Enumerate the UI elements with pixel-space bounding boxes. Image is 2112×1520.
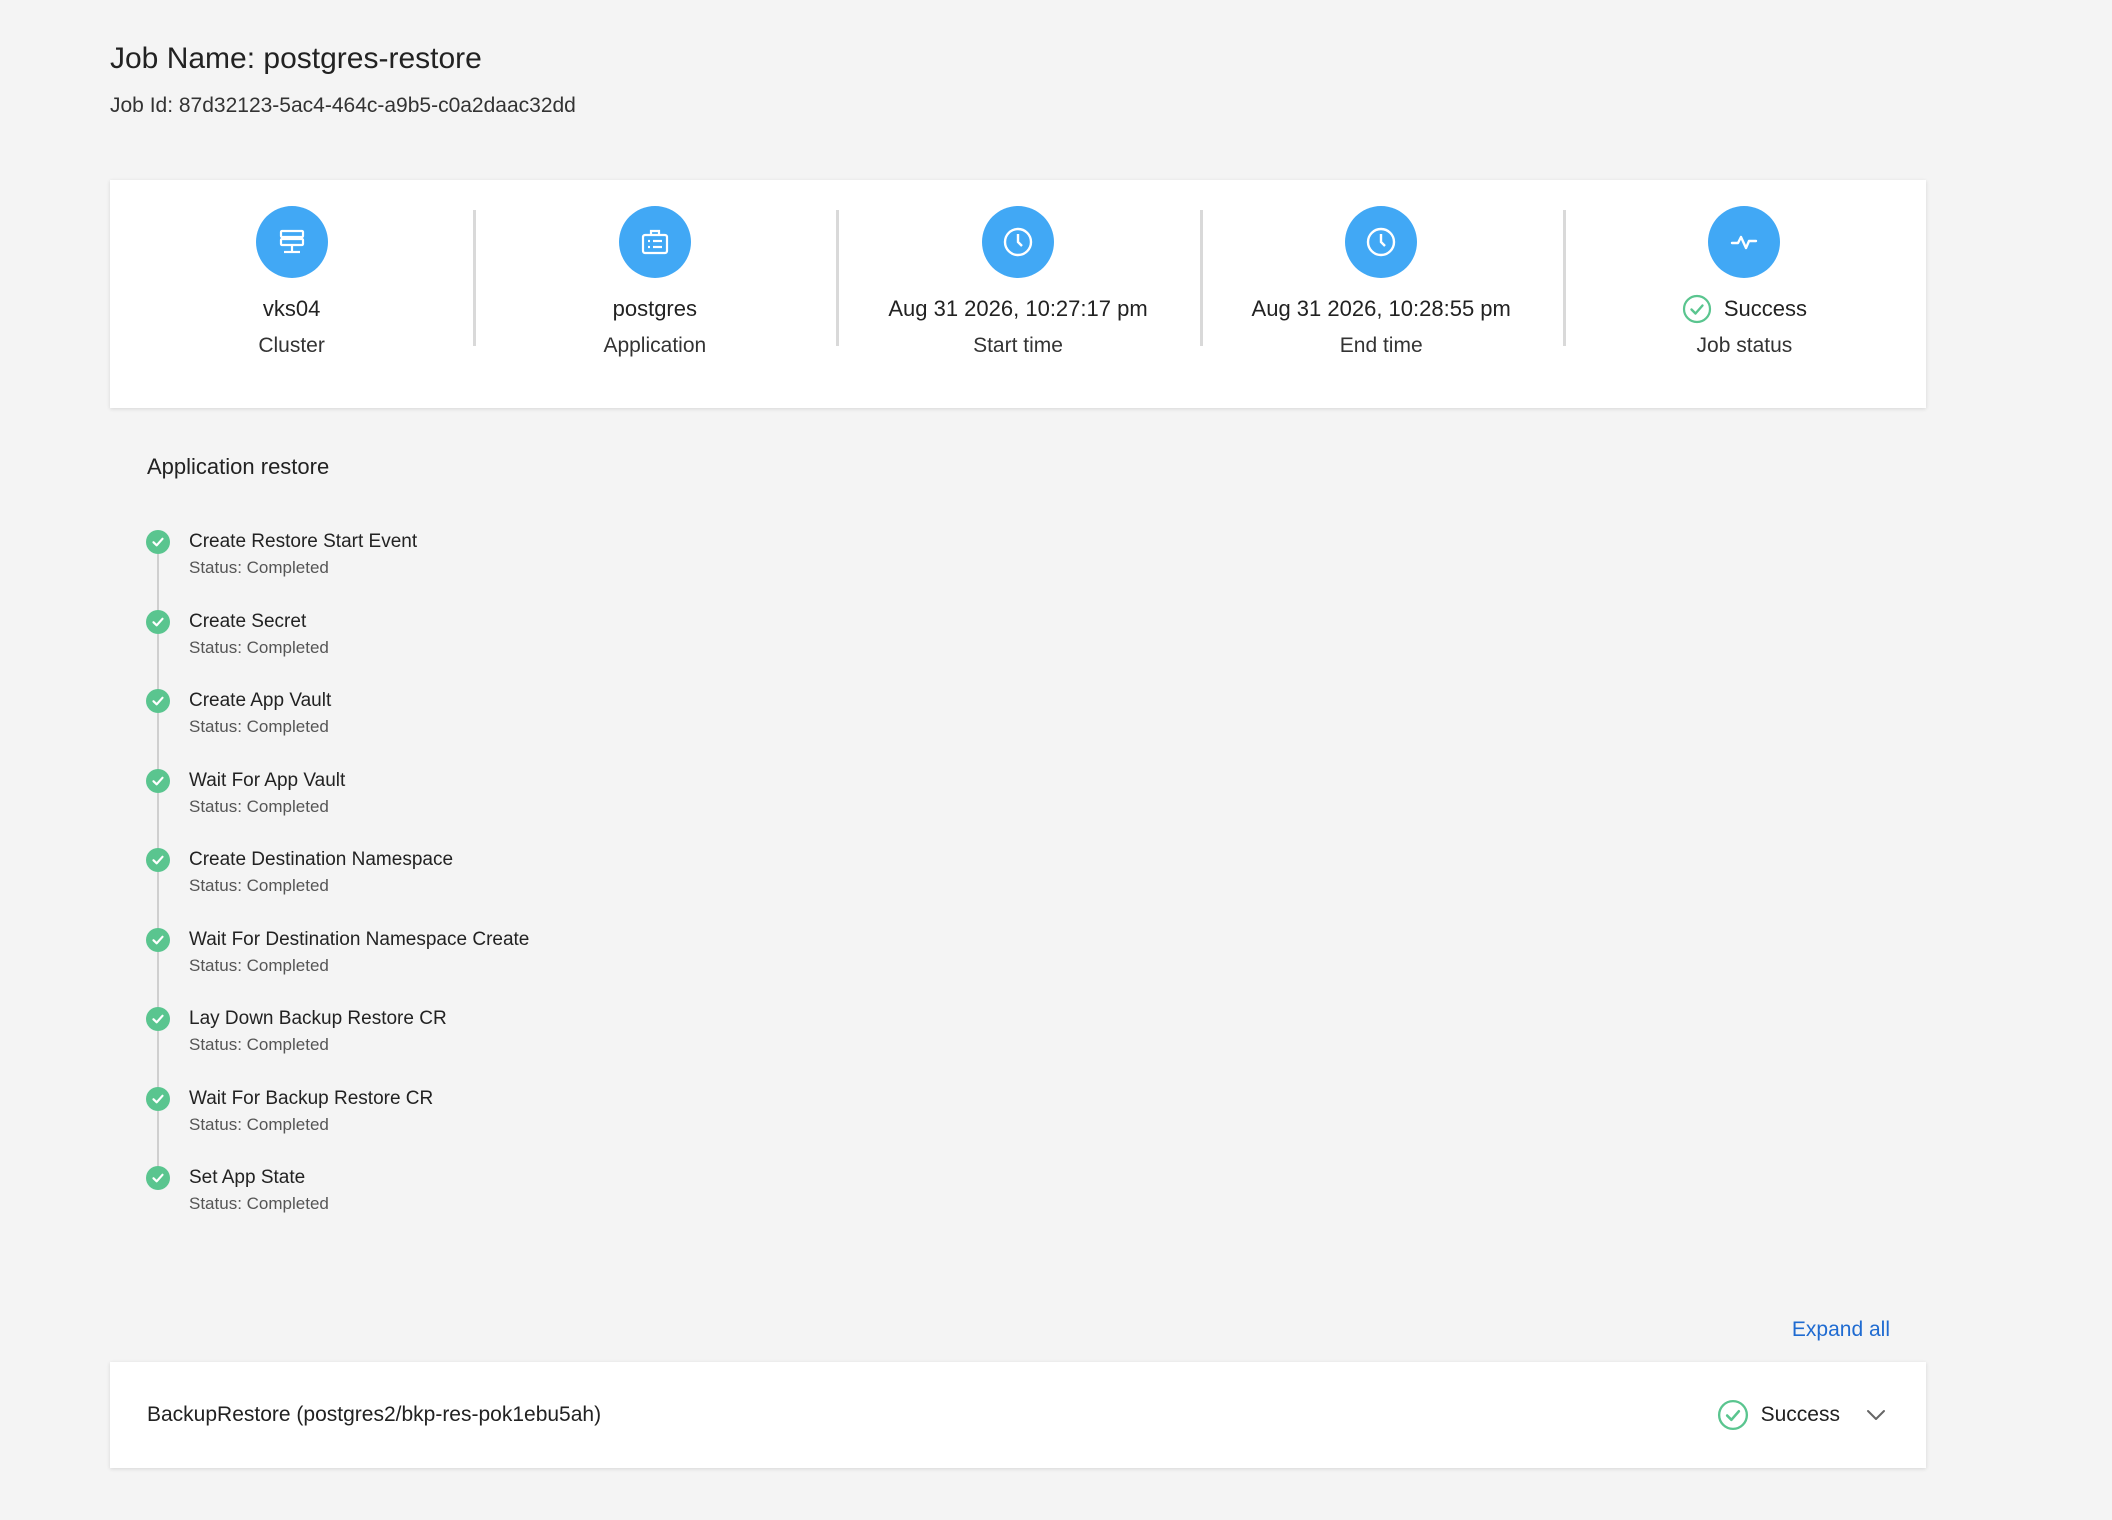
success-check-icon — [1682, 294, 1712, 324]
summary-cluster: vks04 Cluster — [110, 180, 473, 408]
job-details-page: Job Name: postgres-restore Job Id: 87d32… — [0, 0, 2112, 1520]
end-time-label: End time — [1339, 334, 1423, 357]
start-time-label: Start time — [973, 334, 1063, 357]
step-item: Create Destination Namespace Status: Com… — [146, 848, 846, 932]
success-check-icon — [1717, 1399, 1749, 1431]
job-status-text: Success — [1723, 296, 1807, 321]
check-icon — [146, 609, 170, 634]
application-value: postgres — [612, 296, 697, 321]
backup-restore-status-group: Success — [1717, 1399, 1888, 1431]
backup-restore-status: Success — [1760, 1403, 1840, 1426]
step-name: Wait For Destination Namespace Create — [189, 928, 530, 950]
clock-icon — [982, 206, 1054, 278]
check-icon — [146, 530, 170, 554]
restore-steps-timeline: Create Restore Start Event Status: Compl… — [146, 530, 846, 1246]
job-id: Job Id: 87d32123-5ac4-464c-a9b5-c0a2daac… — [110, 94, 576, 117]
timeline-connector — [157, 1031, 159, 1091]
step-name: Create Destination Namespace — [189, 849, 454, 870]
step-item: Create App Vault Status: Completed — [146, 689, 846, 773]
step-status: Status: Completed — [189, 876, 329, 895]
step-status: Status: Completed — [189, 1035, 329, 1054]
step-name: Lay Down Backup Restore CR — [189, 1008, 447, 1029]
clock-icon — [1345, 206, 1418, 278]
step-item: Set App State Status: Completed — [146, 1166, 846, 1246]
check-icon — [146, 1166, 170, 1190]
application-label: Application — [603, 334, 707, 357]
chevron-down-icon[interactable] — [1864, 1403, 1888, 1427]
check-icon — [146, 848, 170, 872]
check-icon — [146, 927, 170, 952]
step-name: Set App State — [189, 1167, 306, 1188]
step-item: Create Secret Status: Completed — [146, 609, 846, 694]
job-status-value: Success — [1682, 294, 1807, 324]
job-status-label: Job status — [1696, 334, 1793, 357]
timeline-connector — [157, 1110, 159, 1171]
summary-job-status: Success Job status — [1562, 180, 1926, 408]
timeline-connector — [157, 951, 159, 1012]
summary-application: postgres Application — [473, 180, 836, 408]
section-title: Application restore — [147, 454, 330, 479]
start-time-value: Aug 31 2026, 10:27:17 pm — [888, 296, 1148, 321]
timeline-connector — [157, 713, 159, 773]
step-status: Status: Completed — [189, 637, 329, 657]
step-item: Create Restore Start Event Status: Compl… — [146, 530, 846, 614]
step-status: Status: Completed — [189, 717, 329, 736]
timeline-connector — [157, 554, 159, 614]
step-item: Wait For App Vault Status: Completed — [146, 768, 846, 853]
activity-icon — [1708, 206, 1781, 278]
backup-restore-title: BackupRestore (postgres2/bkp-res-pok1ebu… — [147, 1403, 602, 1426]
end-time-value: Aug 31 2026, 10:28:55 pm — [1251, 296, 1511, 321]
check-icon — [146, 689, 170, 713]
cluster-value: vks04 — [262, 296, 321, 321]
step-status: Status: Completed — [189, 1194, 329, 1213]
step-status: Status: Completed — [189, 1114, 329, 1134]
step-name: Create App Vault — [189, 690, 332, 711]
step-status: Status: Completed — [189, 955, 329, 975]
timeline-connector — [157, 872, 159, 932]
step-item: Lay Down Backup Restore CR Status: Compl… — [146, 1007, 846, 1091]
check-icon — [146, 1007, 170, 1031]
step-status: Status: Completed — [189, 558, 329, 577]
step-name: Create Restore Start Event — [189, 531, 418, 552]
step-item: Wait For Backup Restore CR Status: Compl… — [146, 1086, 846, 1171]
backup-restore-row[interactable]: BackupRestore (postgres2/bkp-res-pok1ebu… — [110, 1362, 1926, 1468]
step-name: Create Secret — [189, 610, 307, 632]
check-icon — [146, 1086, 170, 1111]
step-name: Wait For App Vault — [189, 769, 346, 791]
timeline-connector — [157, 633, 159, 694]
briefcase-icon — [618, 206, 691, 278]
server-icon — [255, 206, 328, 278]
step-status: Status: Completed — [189, 796, 329, 816]
timeline-connector — [157, 792, 159, 853]
summary-start-time: Aug 31 2026, 10:27:17 pm Start time — [836, 180, 1199, 408]
expand-all-link[interactable]: Expand all — [1792, 1318, 1890, 1342]
job-summary-card: vks04 Cluster postgres Application Aug 3… — [110, 180, 1926, 408]
step-item: Wait For Destination Namespace Create St… — [146, 927, 846, 1012]
check-icon — [146, 768, 170, 793]
cluster-label: Cluster — [258, 334, 325, 357]
job-name-title: Job Name: postgres-restore — [110, 42, 482, 75]
summary-end-time: Aug 31 2026, 10:28:55 pm End time — [1199, 180, 1563, 408]
step-name: Wait For Backup Restore CR — [189, 1087, 434, 1109]
